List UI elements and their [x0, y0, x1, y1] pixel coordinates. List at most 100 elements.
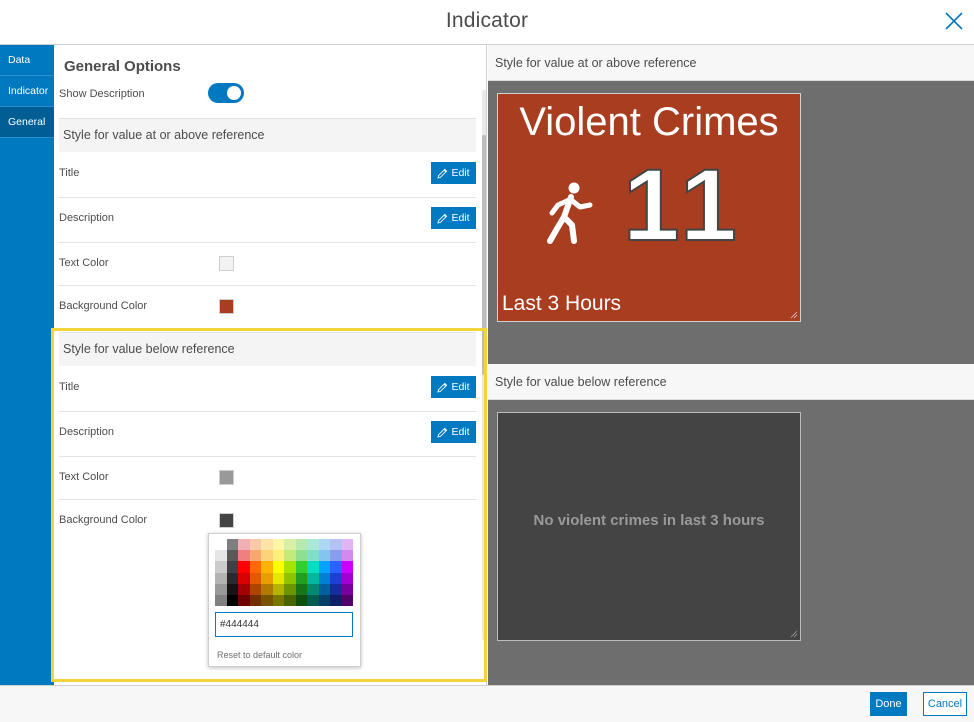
palette-swatch[interactable]	[295, 561, 307, 573]
palette-swatch[interactable]	[284, 539, 296, 551]
nav-item-data[interactable]: Data	[0, 45, 54, 76]
resize-handle-icon[interactable]	[790, 311, 798, 319]
palette-swatch[interactable]	[249, 572, 261, 584]
palette-swatch[interactable]	[249, 539, 261, 551]
palette-swatch[interactable]	[295, 572, 307, 584]
palette-swatch[interactable]	[307, 561, 319, 573]
palette-swatch[interactable]	[284, 583, 296, 595]
palette-swatch[interactable]	[318, 572, 330, 584]
palette-swatch[interactable]	[284, 572, 296, 584]
pencil-icon	[437, 382, 448, 393]
palette-swatch[interactable]	[215, 550, 227, 562]
scrollbar-thumb[interactable]	[482, 135, 486, 375]
palette-swatch[interactable]	[341, 583, 353, 595]
palette-swatch[interactable]	[261, 594, 273, 607]
palette-swatch[interactable]	[215, 594, 227, 607]
panel-scrollbar[interactable]	[482, 90, 486, 640]
palette-swatch[interactable]	[284, 561, 296, 573]
palette-swatch[interactable]	[330, 594, 342, 607]
palette-swatch[interactable]	[261, 583, 273, 595]
below-background-color-swatch[interactable]	[219, 513, 234, 528]
below-text-color-swatch[interactable]	[219, 470, 234, 485]
palette-swatch[interactable]	[341, 572, 353, 584]
running-person-icon	[547, 182, 593, 244]
close-icon[interactable]	[943, 10, 965, 32]
palette-swatch[interactable]	[330, 572, 342, 584]
nav-item-general[interactable]: General	[0, 107, 54, 138]
palette-swatch[interactable]	[226, 572, 238, 584]
palette-swatch[interactable]	[341, 550, 353, 562]
palette-swatch[interactable]	[238, 583, 250, 595]
palette-swatch[interactable]	[330, 550, 342, 562]
preview-pane: Style for value at or above reference Vi…	[488, 45, 974, 685]
palette-swatch[interactable]	[261, 539, 273, 551]
palette-swatch[interactable]	[261, 572, 273, 584]
palette-swatch[interactable]	[272, 550, 284, 562]
palette-swatch[interactable]	[307, 583, 319, 595]
palette-swatch[interactable]	[226, 550, 238, 562]
palette-swatch[interactable]	[330, 561, 342, 573]
palette-swatch[interactable]	[318, 583, 330, 595]
palette-swatch[interactable]	[215, 583, 227, 595]
cancel-button[interactable]: Cancel	[923, 692, 967, 716]
nav-item-indicator[interactable]: Indicator	[0, 76, 54, 107]
palette-swatch[interactable]	[341, 594, 353, 607]
above-title-edit-button[interactable]: Edit	[431, 162, 476, 184]
palette-swatch[interactable]	[284, 550, 296, 562]
palette-swatch[interactable]	[272, 594, 284, 607]
palette-swatch[interactable]	[307, 539, 319, 551]
above-description-edit-button[interactable]: Edit	[431, 207, 476, 229]
palette-swatch[interactable]	[215, 572, 227, 584]
palette-swatch[interactable]	[318, 539, 330, 551]
above-reference-section-heading: Style for value at or above reference	[59, 118, 476, 152]
palette-swatch[interactable]	[226, 594, 238, 607]
palette-swatch[interactable]	[295, 583, 307, 595]
show-description-toggle[interactable]	[208, 83, 244, 103]
palette-swatch[interactable]	[295, 539, 307, 551]
palette-swatch[interactable]	[249, 594, 261, 607]
palette-swatch[interactable]	[238, 539, 250, 551]
palette-swatch[interactable]	[318, 561, 330, 573]
palette-swatch[interactable]	[295, 594, 307, 607]
palette-swatch[interactable]	[272, 572, 284, 584]
palette-swatch[interactable]	[226, 539, 238, 551]
palette-swatch[interactable]	[238, 561, 250, 573]
palette-swatch[interactable]	[272, 539, 284, 551]
side-navigation: Data Indicator General	[0, 45, 54, 685]
below-title-edit-button[interactable]: Edit	[431, 376, 476, 398]
palette-swatch[interactable]	[226, 583, 238, 595]
palette-swatch[interactable]	[284, 594, 296, 607]
palette-swatch[interactable]	[215, 561, 227, 573]
palette-swatch[interactable]	[261, 550, 273, 562]
palette-swatch[interactable]	[295, 550, 307, 562]
palette-swatch[interactable]	[249, 561, 261, 573]
resize-handle-icon[interactable]	[790, 630, 798, 638]
palette-swatch[interactable]	[330, 539, 342, 551]
show-description-label: Show Description	[59, 88, 145, 100]
palette-swatch[interactable]	[261, 561, 273, 573]
palette-swatch[interactable]	[341, 561, 353, 573]
palette-swatch[interactable]	[330, 583, 342, 595]
palette-swatch[interactable]	[341, 539, 353, 551]
palette-swatch[interactable]	[272, 583, 284, 595]
above-text-color-swatch[interactable]	[219, 256, 234, 271]
palette-swatch[interactable]	[307, 572, 319, 584]
palette-swatch[interactable]	[226, 561, 238, 573]
preview-below-heading: Style for value below reference	[488, 364, 974, 400]
palette-swatch[interactable]	[318, 550, 330, 562]
hex-color-input[interactable]	[215, 612, 353, 637]
done-button[interactable]: Done	[870, 692, 907, 716]
palette-swatch[interactable]	[249, 583, 261, 595]
palette-swatch[interactable]	[249, 550, 261, 562]
palette-swatch[interactable]	[307, 550, 319, 562]
palette-swatch[interactable]	[307, 594, 319, 607]
palette-swatch[interactable]	[318, 594, 330, 607]
palette-swatch[interactable]	[215, 539, 227, 551]
palette-swatch[interactable]	[238, 572, 250, 584]
reset-default-color-link[interactable]: Reset to default color	[217, 650, 302, 660]
palette-swatch[interactable]	[238, 550, 250, 562]
palette-swatch[interactable]	[238, 594, 250, 607]
palette-swatch[interactable]	[272, 561, 284, 573]
below-description-edit-button[interactable]: Edit	[431, 421, 476, 443]
above-background-color-swatch[interactable]	[219, 299, 234, 314]
